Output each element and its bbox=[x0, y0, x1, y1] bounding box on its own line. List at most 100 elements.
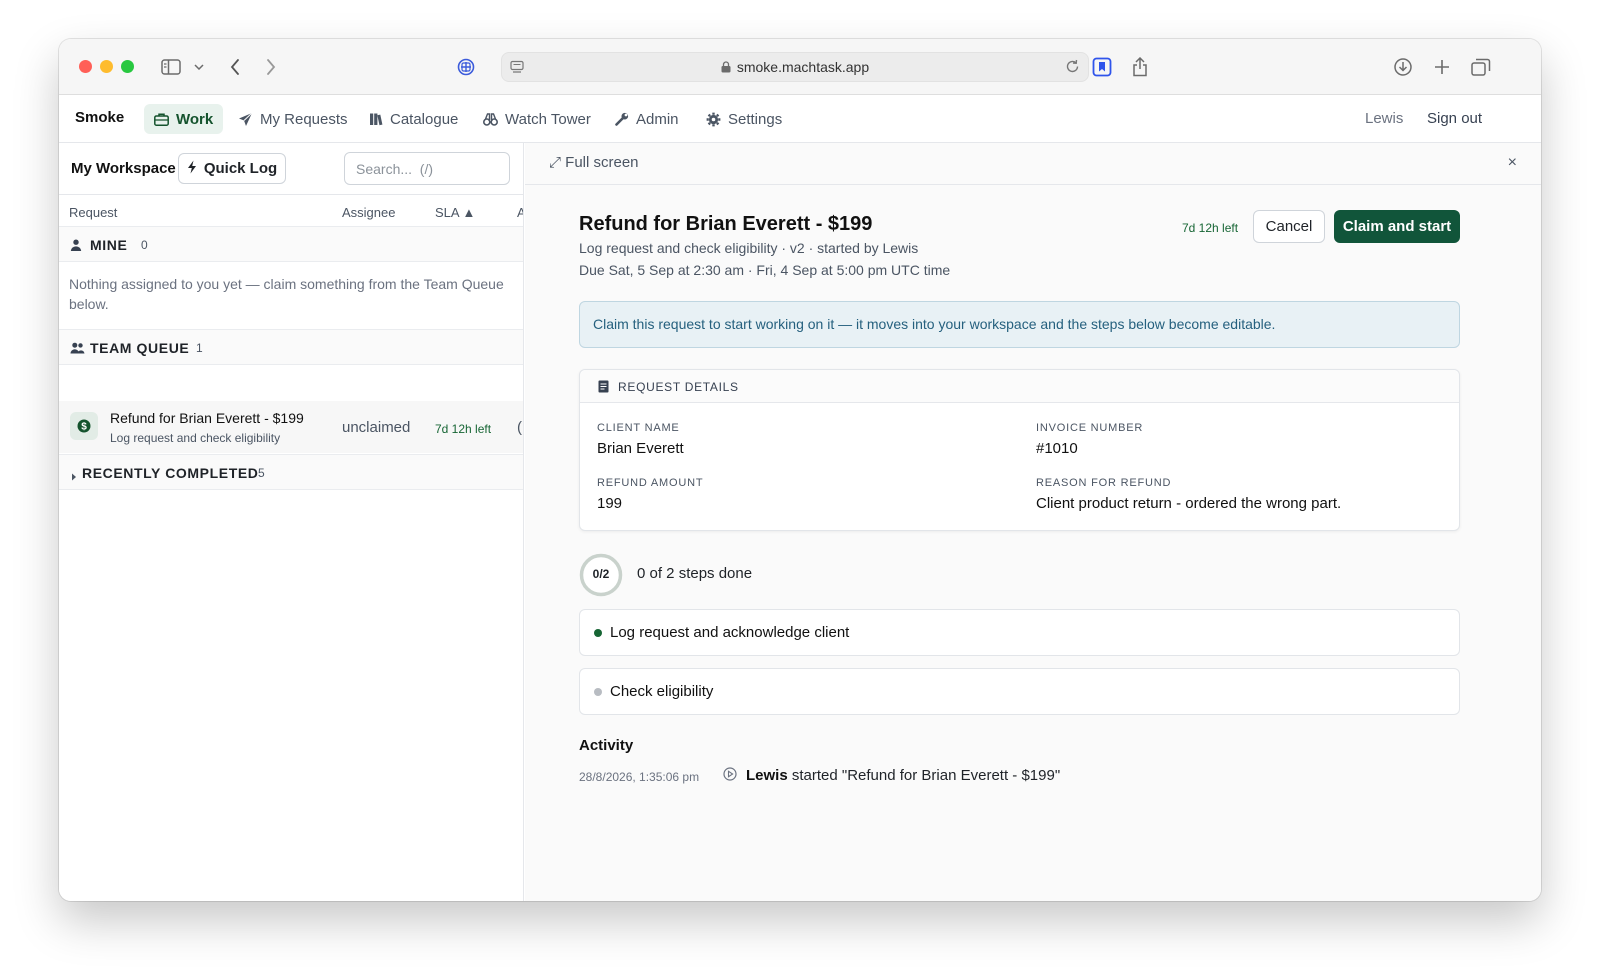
nav-item-label: Catalogue bbox=[390, 110, 459, 128]
new-tab-icon[interactable] bbox=[1431, 53, 1453, 81]
nav-item-work[interactable]: Work bbox=[144, 104, 224, 134]
field-value-client-name: Brian Everett bbox=[597, 440, 684, 457]
section-count: 5 bbox=[258, 466, 265, 480]
column-extra[interactable]: A bbox=[517, 205, 523, 220]
column-request[interactable]: Request bbox=[69, 205, 117, 220]
table-header: Request Assignee SLA ▲ A bbox=[59, 194, 523, 226]
step-status-dot bbox=[594, 629, 602, 637]
workspace-title: My Workspace bbox=[71, 160, 176, 177]
activity-entry: Lewis started "Refund for Brian Everett … bbox=[746, 767, 1060, 784]
nav-item-my-requests[interactable]: My Requests bbox=[228, 104, 358, 134]
nav-item-catalogue[interactable]: Catalogue bbox=[359, 104, 468, 134]
download-icon[interactable] bbox=[1392, 53, 1414, 81]
detail-toolbar: ⤢ Full screen × bbox=[525, 143, 1541, 185]
assignee-value: unclaimed bbox=[342, 419, 411, 436]
chevron-down-icon[interactable] bbox=[192, 53, 206, 81]
request-details-title: REQUEST DETAILS bbox=[618, 380, 739, 394]
nav-item-label: Work bbox=[176, 110, 214, 128]
activity-timestamp: 28/8/2026, 1:35:06 pm bbox=[579, 770, 700, 784]
request-due-date: Due Sat, 5 Sep at 2:30 am · Fri, 4 Sep a… bbox=[579, 262, 951, 278]
workspace-pane: My Workspace Quick Log Request Assignee … bbox=[59, 143, 524, 901]
brand-logo[interactable]: Smoke bbox=[75, 109, 124, 126]
nav-item-settings[interactable]: Settings bbox=[696, 104, 792, 134]
cancel-button[interactable]: Cancel bbox=[1253, 210, 1325, 243]
request-detail-pane: ⤢ Full screen × Refund for Brian Everett… bbox=[525, 143, 1541, 901]
field-label-client-name: CLIENT NAME bbox=[597, 422, 680, 434]
bookmark-icon[interactable] bbox=[1091, 53, 1113, 81]
wrench-icon bbox=[615, 112, 629, 126]
field-value-refund-amount: 199 bbox=[597, 495, 623, 512]
section-mine[interactable]: MINE 0 bbox=[59, 226, 523, 262]
field-label-invoice-number: INVOICE NUMBER bbox=[1036, 422, 1144, 434]
close-window-button[interactable] bbox=[79, 60, 92, 73]
step-item[interactable]: Log request and acknowledge client bbox=[579, 609, 1460, 656]
svg-text:$: $ bbox=[81, 422, 87, 433]
nav-item-admin[interactable]: Admin bbox=[605, 104, 689, 134]
section-label: RECENTLY COMPLETED bbox=[82, 465, 259, 481]
request-subtitle: Log request and check eligibility bbox=[110, 431, 281, 445]
nav-item-label: Admin bbox=[636, 110, 679, 128]
activity-heading: Activity bbox=[579, 737, 634, 754]
user-menu[interactable]: Lewis bbox=[1365, 110, 1403, 127]
sign-out-link[interactable]: Sign out bbox=[1427, 110, 1482, 127]
info-banner: Claim this request to start working on i… bbox=[579, 301, 1460, 348]
minimize-window-button[interactable] bbox=[100, 60, 113, 73]
search-input[interactable] bbox=[344, 152, 510, 185]
play-circle-icon bbox=[723, 767, 737, 786]
browser-toolbar: smoke.machtask.app bbox=[59, 39, 1541, 95]
column-sla[interactable]: SLA ▲ bbox=[435, 205, 475, 220]
section-count: 0 bbox=[141, 238, 148, 252]
empty-state-message: Nothing assigned to you yet — claim some… bbox=[69, 276, 504, 312]
nav-item-label: Settings bbox=[728, 110, 783, 128]
zoom-window-button[interactable] bbox=[121, 60, 134, 73]
books-icon bbox=[369, 112, 383, 126]
dollar-icon: $ bbox=[70, 412, 98, 440]
tabs-overview-icon[interactable] bbox=[1470, 53, 1492, 81]
browser-window: smoke.machtask.app Smoke Work My Request… bbox=[59, 39, 1541, 901]
url-text: smoke.machtask.app bbox=[736, 59, 870, 75]
nav-item-label: Watch Tower bbox=[505, 110, 591, 128]
briefcase-icon bbox=[154, 112, 169, 126]
person-icon bbox=[70, 238, 82, 254]
gear-icon bbox=[706, 112, 721, 127]
sla-badge: 7d 12h left bbox=[1182, 221, 1239, 235]
step-label: Log request and acknowledge client bbox=[610, 624, 850, 641]
address-bar[interactable]: smoke.machtask.app bbox=[501, 52, 1089, 82]
sla-value: 7d 12h left bbox=[435, 422, 492, 436]
reload-icon[interactable] bbox=[1065, 59, 1080, 79]
activity-actor: Lewis bbox=[746, 767, 788, 784]
section-label: MINE bbox=[90, 237, 128, 253]
share-icon[interactable] bbox=[1129, 53, 1151, 81]
truncated-column-value: ( bbox=[517, 419, 522, 436]
close-icon[interactable]: × bbox=[1508, 154, 1517, 172]
sidebar-icon[interactable] bbox=[159, 53, 183, 81]
field-label-refund-amount: REFUND AMOUNT bbox=[597, 477, 704, 489]
step-item[interactable]: Check eligibility bbox=[579, 668, 1460, 715]
section-recently-completed[interactable]: RECENTLY COMPLETED 5 bbox=[59, 454, 523, 490]
full-screen-link[interactable]: ⤢ Full screen bbox=[549, 154, 639, 171]
field-value-reason: Client product return - ordered the wron… bbox=[1036, 495, 1342, 512]
binoculars-icon bbox=[483, 112, 498, 126]
steps-done-text: 0 of 2 steps done bbox=[637, 565, 753, 582]
nav-item-label: My Requests bbox=[260, 110, 348, 128]
nav-item-watch-tower[interactable]: Watch Tower bbox=[473, 104, 601, 134]
table-row[interactable]: $ Refund for Brian Everett - $199 Log re… bbox=[59, 401, 523, 453]
section-label: TEAM QUEUE bbox=[90, 340, 190, 356]
document-icon bbox=[598, 380, 609, 398]
section-team-queue[interactable]: TEAM QUEUE 1 bbox=[59, 329, 523, 365]
quick-log-button[interactable]: Quick Log bbox=[178, 153, 286, 184]
step-label: Check eligibility bbox=[610, 683, 714, 700]
lightning-icon bbox=[187, 160, 197, 178]
column-assignee[interactable]: Assignee bbox=[342, 205, 395, 220]
request-details-card: REQUEST DETAILS CLIENT NAME Brian Everet… bbox=[579, 369, 1460, 531]
quick-log-label: Quick Log bbox=[203, 160, 278, 177]
extension-icon[interactable] bbox=[455, 53, 477, 81]
forward-icon[interactable] bbox=[261, 53, 281, 81]
back-icon[interactable] bbox=[225, 53, 245, 81]
field-value-invoice-number: #1010 bbox=[1036, 440, 1078, 457]
claim-and-start-button[interactable]: Claim and start bbox=[1334, 210, 1460, 243]
request-meta: Log request and check eligibility · v2 ·… bbox=[579, 240, 919, 256]
request-details-header: REQUEST DETAILS bbox=[580, 370, 1459, 403]
paper-plane-icon bbox=[238, 112, 253, 127]
progress-label: 0/2 bbox=[592, 567, 610, 581]
